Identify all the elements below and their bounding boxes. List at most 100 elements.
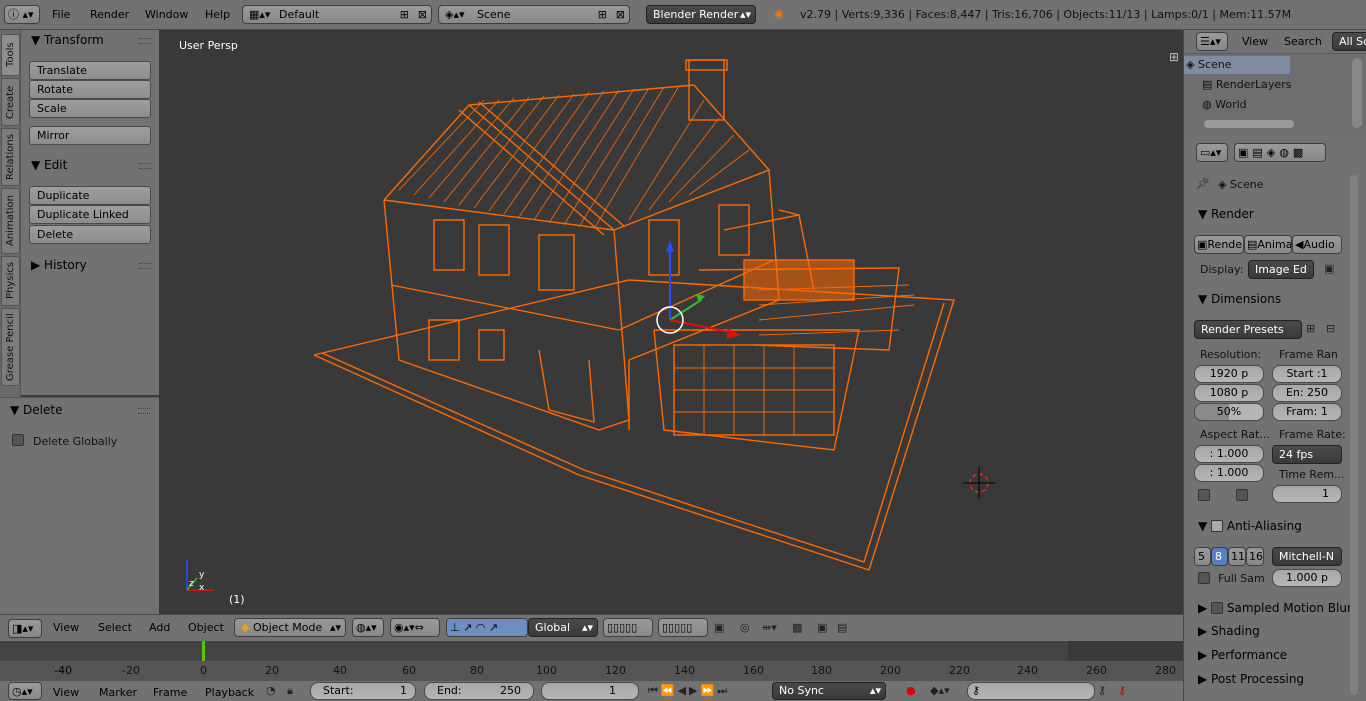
sync-mode-selector[interactable]: No Sync ▴▾: [772, 682, 886, 700]
tab-create[interactable]: Create: [1, 78, 20, 126]
mode-selector[interactable]: ◆ Object Mode ▴▾: [234, 618, 346, 637]
menu-render[interactable]: Render: [90, 8, 129, 21]
performance-panel-header[interactable]: ▶ Performance: [1198, 648, 1287, 662]
scale-button[interactable]: Scale: [29, 99, 151, 118]
border-checkbox[interactable]: [1198, 489, 1210, 501]
aa-samples-8[interactable]: 8: [1211, 547, 1228, 566]
outliner-hscrollbar[interactable]: [1204, 120, 1294, 128]
delete-button[interactable]: Delete: [29, 225, 151, 244]
translate-button[interactable]: Translate: [29, 61, 151, 80]
add-scene-icon[interactable]: ⊞: [598, 6, 607, 23]
preview-range-icon[interactable]: ◔: [266, 684, 276, 697]
outliner-item-world[interactable]: ◍ World: [1202, 98, 1247, 111]
outliner-menu-search[interactable]: Search: [1284, 35, 1322, 48]
resolution-y-field[interactable]: 1080 p: [1194, 384, 1264, 402]
pivot-point-button[interactable]: ◉▴▾⇔: [390, 618, 440, 637]
display-selector[interactable]: Image Ed: [1248, 260, 1314, 279]
menu-playback[interactable]: Playback: [205, 686, 254, 699]
remove-layout-icon[interactable]: ⊠: [418, 6, 427, 23]
aa-samples-16[interactable]: 16: [1246, 547, 1264, 566]
aspect-x-field[interactable]: : 1.000: [1194, 445, 1264, 463]
scene-selector[interactable]: ◈▴▾ Scene ⊞ ⊠: [438, 5, 630, 24]
full-sample-checkbox[interactable]: [1198, 572, 1210, 584]
tab-physics[interactable]: Physics: [1, 256, 20, 306]
screen-layout-selector[interactable]: ▦▴▾ Default ⊞ ⊠: [242, 5, 432, 24]
playback-controls[interactable]: ⏮⏪◀▶⏩⏭: [648, 684, 730, 698]
render-animation-button[interactable]: ▤Anima: [1244, 235, 1292, 254]
sampled-motion-blur-panel-header[interactable]: ▶ Sampled Motion Blur: [1198, 600, 1352, 615]
anti-aliasing-checkbox[interactable]: [1211, 520, 1224, 532]
menu-help[interactable]: Help: [205, 8, 230, 21]
menu-view[interactable]: View: [53, 621, 79, 634]
rotate-button[interactable]: Rotate: [29, 80, 151, 99]
manipulator-toggle[interactable]: ⊥ ↗ ◠ ↗: [446, 618, 528, 637]
resolution-percentage-slider[interactable]: 50%: [1194, 403, 1264, 421]
snap-icon[interactable]: ⇹▾: [762, 621, 777, 634]
menu-marker[interactable]: Marker: [99, 686, 137, 699]
frame-step-field[interactable]: Fram: 1: [1272, 403, 1342, 421]
properties-context-tabs[interactable]: ▣▤◈◍▩: [1234, 143, 1326, 162]
insert-keyframe-icon[interactable]: ⚷: [1098, 684, 1106, 697]
duplicate-linked-button[interactable]: Duplicate Linked: [29, 205, 151, 224]
viewport-shading-button[interactable]: ◍▴▾: [352, 618, 384, 637]
dimensions-panel-header[interactable]: ▼ Dimensions: [1198, 292, 1281, 306]
delete-keyframe-icon[interactable]: ⚷: [1118, 684, 1126, 697]
aa-samples-5[interactable]: 5: [1194, 547, 1211, 566]
start-frame-field[interactable]: Start: 1: [310, 682, 416, 700]
properties-editor-type-button[interactable]: ▭▴▾: [1196, 143, 1228, 162]
add-layout-icon[interactable]: ⊞: [400, 6, 409, 23]
resolution-x-field[interactable]: 1920 p: [1194, 365, 1264, 383]
panel-grip-icon[interactable]: [139, 263, 151, 269]
anti-aliasing-panel-header[interactable]: ▼ Anti-Aliasing: [1198, 518, 1302, 533]
outliner-vscrollbar[interactable]: [1352, 58, 1362, 128]
panel-grip-icon[interactable]: [138, 408, 150, 414]
add-preset-icon[interactable]: ⊞: [1306, 322, 1315, 335]
snap-target-icon[interactable]: ▩: [792, 621, 802, 634]
end-frame-field[interactable]: End: 250: [424, 682, 534, 700]
history-panel-header[interactable]: ▶ History: [31, 258, 87, 272]
layers-grid-a[interactable]: ▯▯▯▯▯: [603, 618, 653, 637]
menu-view[interactable]: View: [53, 686, 79, 699]
render-engine-selector[interactable]: Blender Render ▴▾: [646, 5, 756, 24]
outliner-editor-type-button[interactable]: ☰▴▾: [1196, 32, 1228, 51]
panel-grip-icon[interactable]: [139, 38, 151, 44]
timeline-area[interactable]: -40 -20 0 20 40 60 80 100 120 140 160 18…: [0, 641, 1183, 681]
lock-interface-icon[interactable]: ▣: [1324, 262, 1334, 275]
keying-set-icon[interactable]: ◆▴▾: [930, 684, 950, 697]
timeline-editor-type-button[interactable]: ◷▴▾: [8, 682, 42, 700]
lock-range-icon[interactable]: 🔒︎: [287, 684, 293, 698]
render-panel-header[interactable]: ▼ Render: [1198, 207, 1254, 221]
duplicate-button[interactable]: Duplicate: [29, 186, 151, 205]
record-icon[interactable]: ●: [906, 684, 916, 697]
menu-add[interactable]: Add: [149, 621, 170, 634]
mirror-button[interactable]: Mirror: [29, 126, 151, 145]
remove-scene-icon[interactable]: ⊠: [616, 6, 625, 23]
menu-file[interactable]: File: [52, 8, 70, 21]
outliner-item-scene[interactable]: ◈ Scene: [1186, 58, 1232, 71]
render-still-icon[interactable]: ▣: [817, 621, 827, 634]
menu-object[interactable]: Object: [188, 621, 224, 634]
menu-window[interactable]: Window: [145, 8, 188, 21]
render-button[interactable]: ▣Rende: [1194, 235, 1244, 254]
current-frame-indicator[interactable]: [202, 641, 205, 661]
tab-relations[interactable]: Relations: [1, 128, 20, 186]
proportional-edit-icon[interactable]: ◎: [740, 621, 750, 634]
time-remap-field[interactable]: 1: [1272, 485, 1342, 503]
transform-orientation-selector[interactable]: Global ▴▾: [528, 618, 598, 637]
frame-rate-selector[interactable]: 24 fps: [1272, 445, 1342, 464]
aa-samples-11[interactable]: 11: [1228, 547, 1246, 566]
crop-checkbox[interactable]: [1236, 489, 1248, 501]
menu-frame[interactable]: Frame: [153, 686, 187, 699]
3d-viewport[interactable]: User Persp (1) ⊞ y z x: [159, 30, 1183, 614]
menu-select[interactable]: Select: [98, 621, 132, 634]
properties-scrollbar[interactable]: [1350, 175, 1358, 695]
aspect-y-field[interactable]: : 1.000: [1194, 464, 1264, 482]
remove-preset-icon[interactable]: ⊟: [1326, 322, 1335, 335]
delete-globally-checkbox[interactable]: [12, 434, 24, 446]
frame-end-field[interactable]: En: 250: [1272, 384, 1342, 402]
outliner-item-renderlayers[interactable]: ▤ RenderLayers: [1202, 78, 1291, 91]
motion-blur-checkbox[interactable]: [1211, 602, 1224, 614]
tab-animation[interactable]: Animation: [1, 188, 20, 254]
keying-set-field[interactable]: ⚷: [967, 682, 1095, 700]
current-frame-field[interactable]: 1: [541, 682, 639, 700]
